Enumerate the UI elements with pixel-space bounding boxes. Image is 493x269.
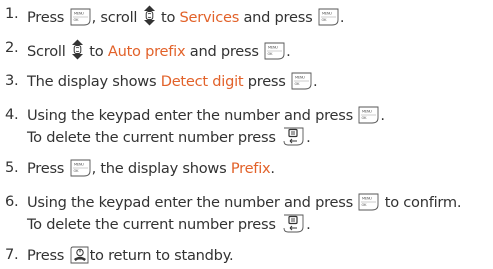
svg-text:MENU: MENU: [362, 110, 372, 114]
instruction-text: , scroll: [91, 9, 142, 26]
menu-ok-key-icon: MENU OK: [70, 159, 91, 177]
step-text: Using the keypad enter the number and pr…: [27, 106, 385, 146]
instruction-text: Using the keypad enter the number and pr…: [27, 107, 358, 124]
step-number: 5.: [5, 159, 19, 176]
instruction-text: The display shows: [27, 73, 161, 90]
step-item: 7. Press to return to standby.: [0, 246, 234, 264]
step-item: 1. Press MENU OK , scroll to Services and p…: [0, 5, 345, 26]
instruction-text: To delete the current number press: [27, 216, 281, 233]
svg-text:MENU: MENU: [74, 163, 84, 167]
instruction-text: , the display shows: [91, 160, 231, 177]
instruction-text: .: [339, 9, 345, 26]
step-item: 4. Using the keypad enter the number and …: [0, 106, 385, 146]
svg-text:OK: OK: [73, 18, 79, 22]
menu-option-label: Prefix: [230, 160, 271, 177]
menu-ok-key-icon: MENU OK: [318, 8, 339, 26]
menu-option-label: Auto prefix: [107, 43, 186, 60]
step-item: 5. Press MENU OK , the display shows Prefix…: [0, 159, 275, 177]
instruction-text: to return to standby.: [89, 247, 234, 264]
step-text: The display shows Detect digit press MEN…: [27, 72, 318, 90]
step-number: 2.: [5, 39, 19, 56]
svg-text:OK: OK: [268, 52, 274, 56]
instruction-steps: 1. Press MENU OK , scroll to Services and p…: [0, 0, 493, 269]
instruction-text: .: [306, 216, 311, 233]
step-text: Using the keypad enter the number and pr…: [27, 193, 462, 233]
step-number: 1.: [5, 5, 19, 22]
instruction-text: .: [380, 107, 385, 124]
instruction-text: and press: [239, 9, 317, 26]
instruction-text: Press: [27, 9, 69, 26]
svg-text:OK: OK: [362, 203, 368, 207]
end-key-icon: [70, 246, 89, 264]
svg-text:OK: OK: [73, 169, 79, 173]
step-number: 6.: [5, 193, 19, 210]
instruction-text: .: [286, 43, 291, 60]
svg-text:OK: OK: [295, 82, 301, 86]
step-text: Press MENU OK , scroll to Services and pre…: [27, 5, 345, 26]
svg-text:MENU: MENU: [295, 76, 305, 80]
svg-text:OK: OK: [321, 18, 327, 22]
step-text: Press MENU OK , the display shows Prefix.: [27, 159, 275, 177]
instruction-text: To delete the current number press: [27, 129, 281, 146]
instruction-text: .: [313, 73, 318, 90]
step-text: Scroll to Auto prefix and press MENU OK.: [27, 39, 291, 60]
step-item: 3. The display shows Detect digit press M…: [0, 72, 318, 90]
menu-option-label: Detect digit: [160, 73, 244, 90]
svg-text:MENU: MENU: [362, 197, 372, 201]
instruction-text: .: [270, 160, 275, 177]
instruction-text: and press: [185, 43, 264, 60]
step-number: 7.: [5, 246, 19, 263]
scroll-icon: [143, 5, 156, 26]
step-item: 2. Scroll to Auto prefix and press MENU OK…: [0, 39, 291, 60]
menu-option-label: Services: [179, 9, 240, 26]
svg-text:OK: OK: [362, 116, 368, 120]
svg-text:MENU: MENU: [74, 12, 84, 16]
step-item: 6. Using the keypad enter the number and …: [0, 193, 462, 233]
scroll-icon: [71, 39, 84, 60]
instruction-text: to confirm.: [380, 194, 462, 211]
menu-ok-key-icon: MENU OK: [358, 106, 379, 124]
step-text: Press to return to standby.: [27, 246, 234, 264]
instruction-text: .: [306, 129, 311, 146]
delete-key-icon: [281, 213, 305, 233]
svg-text:MENU: MENU: [322, 12, 332, 16]
menu-ok-key-icon: MENU OK: [264, 42, 285, 60]
svg-text:MENU: MENU: [268, 46, 278, 50]
instruction-text: Press: [27, 247, 69, 264]
step-number: 4.: [5, 106, 19, 123]
menu-ok-key-icon: MENU OK: [70, 8, 91, 26]
menu-ok-key-icon: MENU OK: [291, 72, 312, 90]
instruction-text: Using the keypad enter the number and pr…: [27, 194, 358, 211]
delete-key-icon: [281, 126, 305, 146]
instruction-text: to: [84, 43, 108, 60]
step-number: 3.: [5, 72, 19, 89]
instruction-text: Press: [27, 160, 69, 177]
menu-ok-key-icon: MENU OK: [358, 193, 379, 211]
instruction-text: to: [156, 9, 180, 26]
instruction-text: Scroll: [27, 43, 70, 60]
instruction-text: press: [243, 73, 291, 90]
